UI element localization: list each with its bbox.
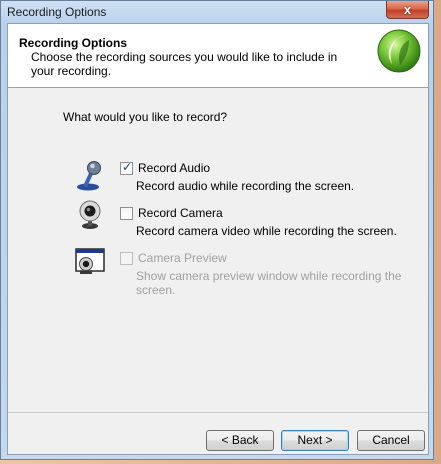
camera-preview-label[interactable]: Camera Preview (138, 251, 227, 265)
app-logo-icon (377, 29, 421, 73)
webcam-icon (79, 200, 101, 229)
microphone-icon (77, 161, 101, 191)
header-title: Recording Options (19, 36, 127, 50)
wizard-header: Recording Options Choose the recording s… (8, 24, 428, 88)
record-camera-checkbox[interactable] (120, 207, 133, 220)
close-button[interactable]: x (386, 1, 429, 19)
header-subtitle: Choose the recording sources you would l… (31, 50, 338, 78)
recording-options-window: Recording Options x Recording Options Ch… (0, 0, 434, 460)
record-audio-description: Record audio while recording the screen. (136, 179, 355, 193)
title-bar[interactable]: Recording Options x (1, 1, 433, 23)
record-audio-label[interactable]: Record Audio (138, 161, 210, 175)
camera-preview-description: Show camera preview window while recordi… (136, 269, 402, 297)
record-camera-description: Record camera video while recording the … (136, 224, 397, 238)
dialog-client-area: Recording Options Choose the recording s… (7, 23, 429, 455)
record-camera-label[interactable]: Record Camera (138, 206, 223, 220)
footer-divider (8, 412, 428, 413)
close-icon: x (403, 2, 412, 17)
camera-preview-window-icon (75, 248, 105, 274)
window-title: Recording Options (7, 5, 107, 19)
question-label: What would you like to record? (63, 110, 228, 124)
back-button[interactable]: < Back (206, 430, 274, 451)
record-audio-checkbox[interactable] (120, 160, 133, 175)
next-button[interactable]: Next > (281, 430, 349, 451)
camera-preview-checkbox[interactable] (120, 252, 133, 265)
cancel-button[interactable]: Cancel (357, 430, 425, 451)
